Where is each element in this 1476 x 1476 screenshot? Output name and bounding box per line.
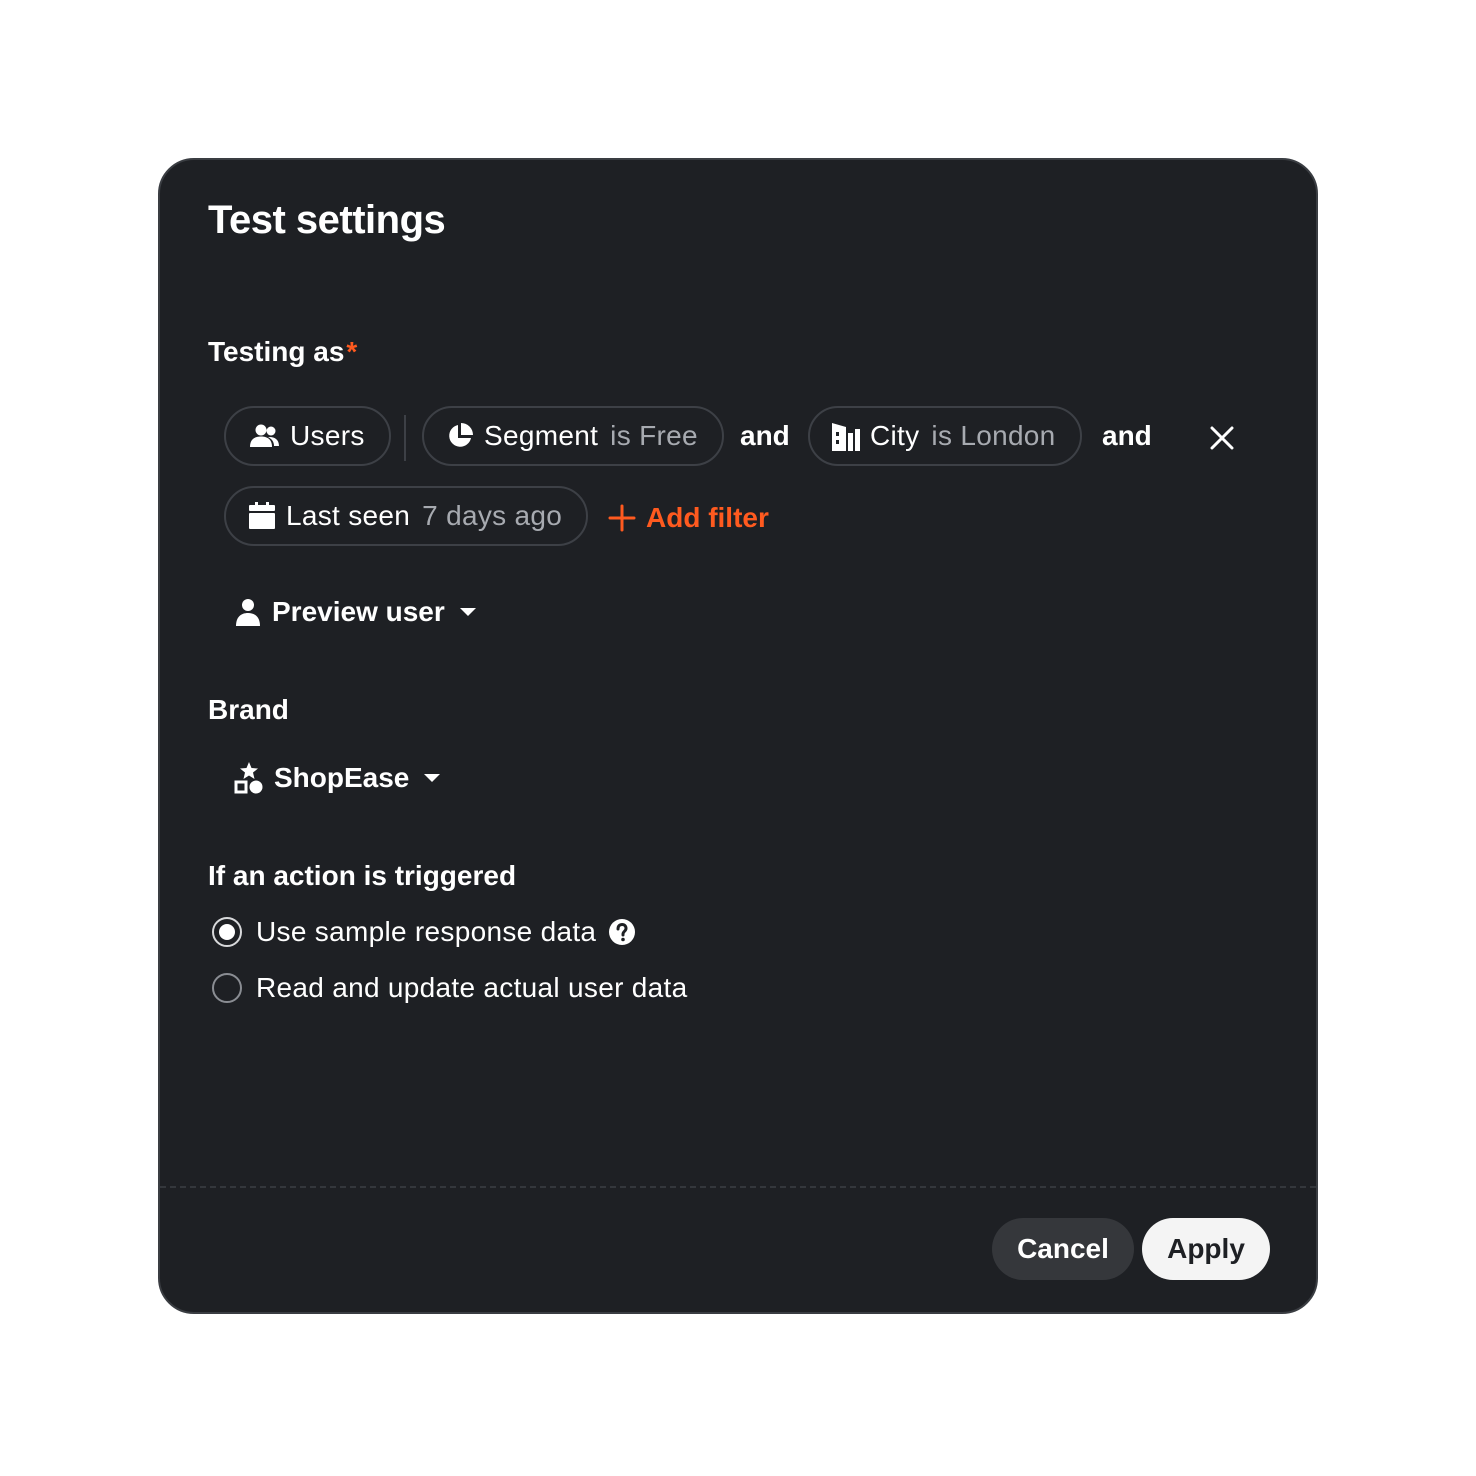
users-chip[interactable]: Users	[224, 406, 391, 466]
users-icon	[250, 424, 279, 447]
cancel-button[interactable]: Cancel	[992, 1218, 1134, 1280]
brand-label: Brand	[208, 694, 289, 725]
chevron-down-icon	[459, 607, 477, 617]
dialog-title: Test settings	[208, 198, 446, 242]
radio-button-checked[interactable]	[212, 917, 242, 947]
action-triggered-label: If an action is triggered	[208, 860, 517, 891]
city-field: City	[870, 420, 920, 451]
city-condition: is London	[931, 420, 1056, 451]
and-joiner-1: and	[740, 420, 790, 451]
add-filter-label: Add filter	[646, 502, 769, 533]
shapes-icon	[234, 762, 264, 794]
pie-chart-icon	[449, 423, 473, 447]
clear-filters-close-icon[interactable]	[1206, 422, 1238, 454]
radio-label-sample: Use sample response data	[256, 916, 597, 947]
preview-user-label: Preview user	[272, 596, 445, 627]
plus-icon	[608, 504, 636, 532]
test-settings-dialog: Test settings Testing as* Users Segment …	[158, 158, 1318, 1314]
required-mark: *	[346, 336, 358, 367]
user-icon	[234, 598, 262, 626]
footer-divider	[160, 1186, 1316, 1188]
testing-as-label: Testing as*	[208, 336, 357, 368]
building-icon	[832, 423, 860, 451]
radio-button-unchecked[interactable]	[212, 973, 242, 1003]
segment-condition: is Free	[610, 420, 698, 451]
last-seen-condition: 7 days ago	[422, 500, 563, 531]
radio-read-update-data[interactable]: Read and update actual user data	[212, 968, 687, 1008]
segment-filter-chip[interactable]: Segment is Free	[422, 406, 724, 466]
radio-use-sample-data[interactable]: Use sample response data	[212, 912, 636, 952]
testing-as-label-text: Testing as	[208, 336, 345, 367]
help-icon[interactable]	[608, 918, 636, 946]
apply-button[interactable]: Apply	[1142, 1218, 1270, 1280]
add-filter-button[interactable]: Add filter	[608, 498, 769, 538]
brand-selected: ShopEase	[274, 762, 410, 793]
chevron-down-icon	[423, 773, 441, 783]
chip-divider	[404, 415, 406, 461]
preview-user-dropdown[interactable]: Preview user	[234, 592, 477, 632]
calendar-icon	[249, 502, 275, 529]
and-joiner-2: and	[1102, 420, 1152, 451]
last-seen-filter-chip[interactable]: Last seen 7 days ago	[224, 486, 589, 546]
users-chip-label: Users	[290, 420, 365, 451]
last-seen-field: Last seen	[286, 500, 411, 531]
brand-dropdown[interactable]: ShopEase	[234, 758, 441, 798]
segment-field: Segment	[484, 420, 599, 451]
radio-label-actual: Read and update actual user data	[256, 972, 688, 1003]
city-filter-chip[interactable]: City is London	[808, 406, 1082, 466]
